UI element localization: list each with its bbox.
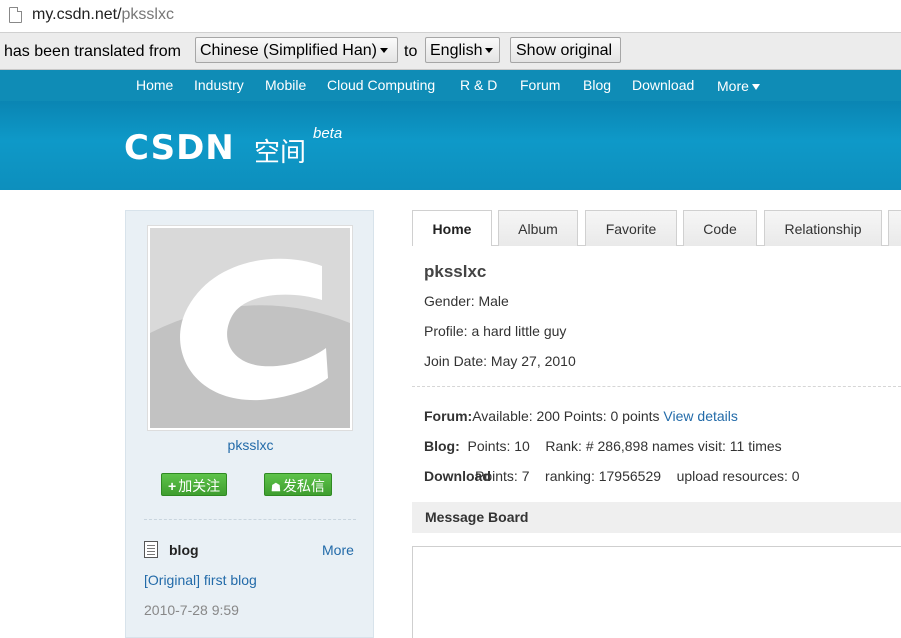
translate-bar: has been translated from Chinese (Simpli… [0,33,901,70]
message-board-input[interactable] [412,546,901,638]
default-avatar-icon [150,228,350,428]
profile-name: pksslxc [424,262,487,281]
logo-space-text: 空间 [254,137,307,167]
source-language-value: Chinese (Simplified Han) [200,42,377,59]
tab-favorite[interactable]: Favorite [585,210,677,246]
follow-button-label: 加关注 [178,478,221,494]
blog-post-link[interactable]: [Original] first blog [144,572,257,588]
nav-item-cloud-computing[interactable]: Cloud Computing [327,77,435,93]
tab-album[interactable]: Album [498,210,578,246]
follow-button[interactable]: + 加关注 [161,473,228,496]
url-text[interactable]: my.csdn.net/pksslxc [32,6,174,24]
blog-label: Blog: [424,438,460,454]
blog-stats: Blog: Points: 10 Rank: # 286,898 names v… [424,438,782,454]
logo-brand: CSDN [124,128,235,168]
page-icon [9,7,22,23]
caret-down-icon [751,84,760,91]
tab-relationship[interactable]: Relationship [764,210,882,246]
url-domain: my.csdn.net/ [32,6,122,23]
nav-item-blog[interactable]: Blog [583,77,611,93]
nav-item-more[interactable]: More [717,78,760,94]
chevron-down-icon [485,48,494,54]
show-original-label: Show original [516,42,613,59]
message-board-header: Message Board [412,502,901,533]
nav-item-home[interactable]: Home [136,77,173,93]
nav-item-mobile[interactable]: Mobile [265,77,306,93]
sidebar-divider [144,519,356,520]
private-message-label: 发私信 [282,478,325,494]
nav-item-rd[interactable]: R & D [460,77,497,93]
notebook-icon [144,541,158,558]
forum-stats: Forum:Available: 200 Points: 0 points Vi… [424,408,738,424]
profile-join-date: Join Date: May 27, 2010 [424,353,576,369]
forum-stats-text: Available: 200 Points: 0 points [472,408,664,424]
source-language-select[interactable]: Chinese (Simplified Han) [195,37,398,63]
message-icon: ☗ [271,482,281,494]
plus-icon: + [168,478,177,494]
nav-item-download[interactable]: Download [632,77,694,93]
show-original-button[interactable]: Show original [510,37,621,63]
target-language-select[interactable]: English [425,37,500,63]
address-bar[interactable]: my.csdn.net/pksslxc [0,0,901,33]
tab-home[interactable]: Home [412,210,492,246]
top-nav: Home Industry Mobile Cloud Computing R &… [0,70,901,101]
tab-code[interactable]: Code [683,210,757,246]
blog-post-date: 2010-7-28 9:59 [144,602,239,618]
nav-item-industry[interactable]: Industry [194,77,244,93]
chevron-down-icon [379,48,388,54]
profile-gender: Gender: Male [424,293,509,309]
nav-item-forum[interactable]: Forum [520,77,560,93]
nav-more-label: More [717,78,749,94]
private-message-button[interactable]: ☗ 发私信 [264,473,332,496]
profile-sidebar: pksslxc + 加关注 ☗ 发私信 blog More [Original] f… [125,210,374,638]
url-path: pksslxc [121,6,174,23]
view-details-link[interactable]: View details [663,408,737,424]
avatar[interactable] [147,225,353,431]
message-board-title: Message Board [425,509,529,525]
forum-label: Forum: [424,408,473,424]
target-language-value: English [430,42,483,59]
to-label: to [404,43,418,60]
profile-main: pksslxc Gender: Male Profile: a hard lit… [412,246,901,638]
logo-beta: beta [313,125,343,142]
translated-from-label: has been translated from [4,43,181,60]
profile-bio: Profile: a hard little guy [424,323,567,339]
download-stats-text: Points: 7 ranking: 17956529 upload resou… [475,468,800,484]
profile-tabs: Home Album Favorite Code Relationship [412,210,901,246]
blog-more-link[interactable]: More [322,542,354,558]
blog-section-title: blog [169,542,199,558]
blog-stats-text: Points: 10 Rank: # 286,898 names visit: … [459,438,782,454]
tab-overflow[interactable] [888,210,901,246]
profile-divider [412,386,901,387]
sidebar-username[interactable]: pksslxc [126,437,375,453]
